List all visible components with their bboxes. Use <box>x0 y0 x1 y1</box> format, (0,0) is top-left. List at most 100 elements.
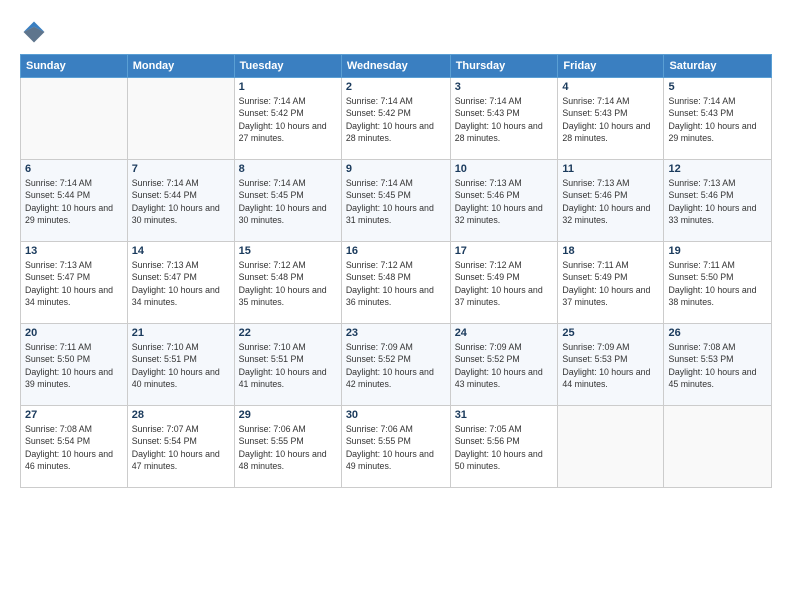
weekday-header: Sunday <box>21 55 128 78</box>
calendar-cell: 5 Sunrise: 7:14 AM Sunset: 5:43 PM Daylig… <box>664 78 772 160</box>
calendar-cell: 24 Sunrise: 7:09 AM Sunset: 5:52 PM Dayli… <box>450 324 558 406</box>
day-number: 10 <box>455 163 554 175</box>
calendar-cell: 7 Sunrise: 7:14 AM Sunset: 5:44 PM Daylig… <box>127 160 234 242</box>
calendar-cell: 16 Sunrise: 7:12 AM Sunset: 5:48 PM Dayli… <box>341 242 450 324</box>
day-info: Sunrise: 7:07 AM Sunset: 5:54 PM Dayligh… <box>132 423 230 472</box>
day-number: 14 <box>132 245 230 257</box>
day-number: 3 <box>455 81 554 93</box>
weekday-header: Friday <box>558 55 664 78</box>
day-info: Sunrise: 7:05 AM Sunset: 5:56 PM Dayligh… <box>455 423 554 472</box>
day-info: Sunrise: 7:11 AM Sunset: 5:50 PM Dayligh… <box>25 341 123 390</box>
day-number: 6 <box>25 163 123 175</box>
calendar-cell: 31 Sunrise: 7:05 AM Sunset: 5:56 PM Dayli… <box>450 406 558 488</box>
header <box>20 18 772 46</box>
calendar-cell: 20 Sunrise: 7:11 AM Sunset: 5:50 PM Dayli… <box>21 324 128 406</box>
day-number: 4 <box>562 81 659 93</box>
calendar-cell: 26 Sunrise: 7:08 AM Sunset: 5:53 PM Dayli… <box>664 324 772 406</box>
calendar-cell <box>664 406 772 488</box>
day-info: Sunrise: 7:14 AM Sunset: 5:45 PM Dayligh… <box>239 177 337 226</box>
day-info: Sunrise: 7:14 AM Sunset: 5:44 PM Dayligh… <box>25 177 123 226</box>
calendar-cell: 4 Sunrise: 7:14 AM Sunset: 5:43 PM Daylig… <box>558 78 664 160</box>
day-info: Sunrise: 7:14 AM Sunset: 5:44 PM Dayligh… <box>132 177 230 226</box>
day-number: 15 <box>239 245 337 257</box>
calendar-cell: 25Sunrise: 7:09 AM Sunset: 5:53 PM Dayli… <box>558 324 664 406</box>
day-info: Sunrise: 7:14 AM Sunset: 5:42 PM Dayligh… <box>346 95 446 144</box>
day-info: Sunrise: 7:14 AM Sunset: 5:43 PM Dayligh… <box>668 95 767 144</box>
day-number: 11 <box>562 163 659 175</box>
calendar-cell: 19 Sunrise: 7:11 AM Sunset: 5:50 PM Dayli… <box>664 242 772 324</box>
day-number: 28 <box>132 409 230 421</box>
calendar-cell: 14 Sunrise: 7:13 AM Sunset: 5:47 PM Dayli… <box>127 242 234 324</box>
logo <box>20 18 52 46</box>
calendar-cell: 9 Sunrise: 7:14 AM Sunset: 5:45 PM Daylig… <box>341 160 450 242</box>
day-number: 19 <box>668 245 767 257</box>
calendar-cell: 6 Sunrise: 7:14 AM Sunset: 5:44 PM Daylig… <box>21 160 128 242</box>
day-number: 20 <box>25 327 123 339</box>
day-number: 18 <box>562 245 659 257</box>
calendar-cell: 28 Sunrise: 7:07 AM Sunset: 5:54 PM Dayli… <box>127 406 234 488</box>
day-info: Sunrise: 7:13 AM Sunset: 5:46 PM Dayligh… <box>668 177 767 226</box>
day-info: Sunrise: 7:08 AM Sunset: 5:53 PM Dayligh… <box>668 341 767 390</box>
calendar-cell: 27 Sunrise: 7:08 AM Sunset: 5:54 PM Dayli… <box>21 406 128 488</box>
day-info: Sunrise: 7:12 AM Sunset: 5:49 PM Dayligh… <box>455 259 554 308</box>
calendar-cell: 23Sunrise: 7:09 AM Sunset: 5:52 PM Dayli… <box>341 324 450 406</box>
day-number: 2 <box>346 81 446 93</box>
calendar-cell <box>558 406 664 488</box>
day-number: 8 <box>239 163 337 175</box>
calendar-week-row: 20 Sunrise: 7:11 AM Sunset: 5:50 PM Dayli… <box>21 324 772 406</box>
calendar-week-row: 6 Sunrise: 7:14 AM Sunset: 5:44 PM Daylig… <box>21 160 772 242</box>
calendar-header-row: SundayMondayTuesdayWednesdayThursdayFrid… <box>21 55 772 78</box>
calendar-cell: 8 Sunrise: 7:14 AM Sunset: 5:45 PM Daylig… <box>234 160 341 242</box>
calendar-cell: 11 Sunrise: 7:13 AM Sunset: 5:46 PM Dayli… <box>558 160 664 242</box>
calendar-week-row: 1 Sunrise: 7:14 AM Sunset: 5:42 PM Daylig… <box>21 78 772 160</box>
day-number: 31 <box>455 409 554 421</box>
day-number: 27 <box>25 409 123 421</box>
calendar-week-row: 27 Sunrise: 7:08 AM Sunset: 5:54 PM Dayli… <box>21 406 772 488</box>
day-info: Sunrise: 7:09 AM Sunset: 5:52 PM Dayligh… <box>455 341 554 390</box>
calendar-cell: 21Sunrise: 7:10 AM Sunset: 5:51 PM Dayli… <box>127 324 234 406</box>
day-number: 5 <box>668 81 767 93</box>
day-info: Sunrise: 7:06 AM Sunset: 5:55 PM Dayligh… <box>346 423 446 472</box>
calendar-cell: 2 Sunrise: 7:14 AM Sunset: 5:42 PM Daylig… <box>341 78 450 160</box>
day-number: 26 <box>668 327 767 339</box>
weekday-header: Wednesday <box>341 55 450 78</box>
day-number: 1 <box>239 81 337 93</box>
calendar-cell: 15 Sunrise: 7:12 AM Sunset: 5:48 PM Dayli… <box>234 242 341 324</box>
day-number: 16 <box>346 245 446 257</box>
calendar-cell: 12 Sunrise: 7:13 AM Sunset: 5:46 PM Dayli… <box>664 160 772 242</box>
day-info: Sunrise: 7:11 AM Sunset: 5:49 PM Dayligh… <box>562 259 659 308</box>
page: SundayMondayTuesdayWednesdayThursdayFrid… <box>0 0 792 612</box>
weekday-header: Saturday <box>664 55 772 78</box>
day-info: Sunrise: 7:14 AM Sunset: 5:42 PM Dayligh… <box>239 95 337 144</box>
calendar-cell: 29Sunrise: 7:06 AM Sunset: 5:55 PM Dayli… <box>234 406 341 488</box>
day-info: Sunrise: 7:14 AM Sunset: 5:45 PM Dayligh… <box>346 177 446 226</box>
day-info: Sunrise: 7:12 AM Sunset: 5:48 PM Dayligh… <box>346 259 446 308</box>
day-info: Sunrise: 7:13 AM Sunset: 5:46 PM Dayligh… <box>562 177 659 226</box>
day-number: 12 <box>668 163 767 175</box>
day-info: Sunrise: 7:13 AM Sunset: 5:47 PM Dayligh… <box>132 259 230 308</box>
day-number: 24 <box>455 327 554 339</box>
day-info: Sunrise: 7:09 AM Sunset: 5:52 PM Dayligh… <box>346 341 446 390</box>
day-info: Sunrise: 7:10 AM Sunset: 5:51 PM Dayligh… <box>132 341 230 390</box>
day-info: Sunrise: 7:13 AM Sunset: 5:46 PM Dayligh… <box>455 177 554 226</box>
day-number: 9 <box>346 163 446 175</box>
calendar-cell <box>127 78 234 160</box>
weekday-header: Thursday <box>450 55 558 78</box>
day-info: Sunrise: 7:13 AM Sunset: 5:47 PM Dayligh… <box>25 259 123 308</box>
day-number: 13 <box>25 245 123 257</box>
day-info: Sunrise: 7:11 AM Sunset: 5:50 PM Dayligh… <box>668 259 767 308</box>
logo-icon <box>20 18 48 46</box>
day-number: 30 <box>346 409 446 421</box>
calendar-cell: 30 Sunrise: 7:06 AM Sunset: 5:55 PM Dayli… <box>341 406 450 488</box>
calendar-cell: 13 Sunrise: 7:13 AM Sunset: 5:47 PM Dayli… <box>21 242 128 324</box>
calendar-cell: 3 Sunrise: 7:14 AM Sunset: 5:43 PM Daylig… <box>450 78 558 160</box>
day-info: Sunrise: 7:09 AM Sunset: 5:53 PM Dayligh… <box>562 341 659 390</box>
day-number: 7 <box>132 163 230 175</box>
day-number: 17 <box>455 245 554 257</box>
calendar-week-row: 13 Sunrise: 7:13 AM Sunset: 5:47 PM Dayli… <box>21 242 772 324</box>
day-info: Sunrise: 7:14 AM Sunset: 5:43 PM Dayligh… <box>562 95 659 144</box>
day-info: Sunrise: 7:08 AM Sunset: 5:54 PM Dayligh… <box>25 423 123 472</box>
day-info: Sunrise: 7:10 AM Sunset: 5:51 PM Dayligh… <box>239 341 337 390</box>
day-info: Sunrise: 7:14 AM Sunset: 5:43 PM Dayligh… <box>455 95 554 144</box>
day-info: Sunrise: 7:12 AM Sunset: 5:48 PM Dayligh… <box>239 259 337 308</box>
